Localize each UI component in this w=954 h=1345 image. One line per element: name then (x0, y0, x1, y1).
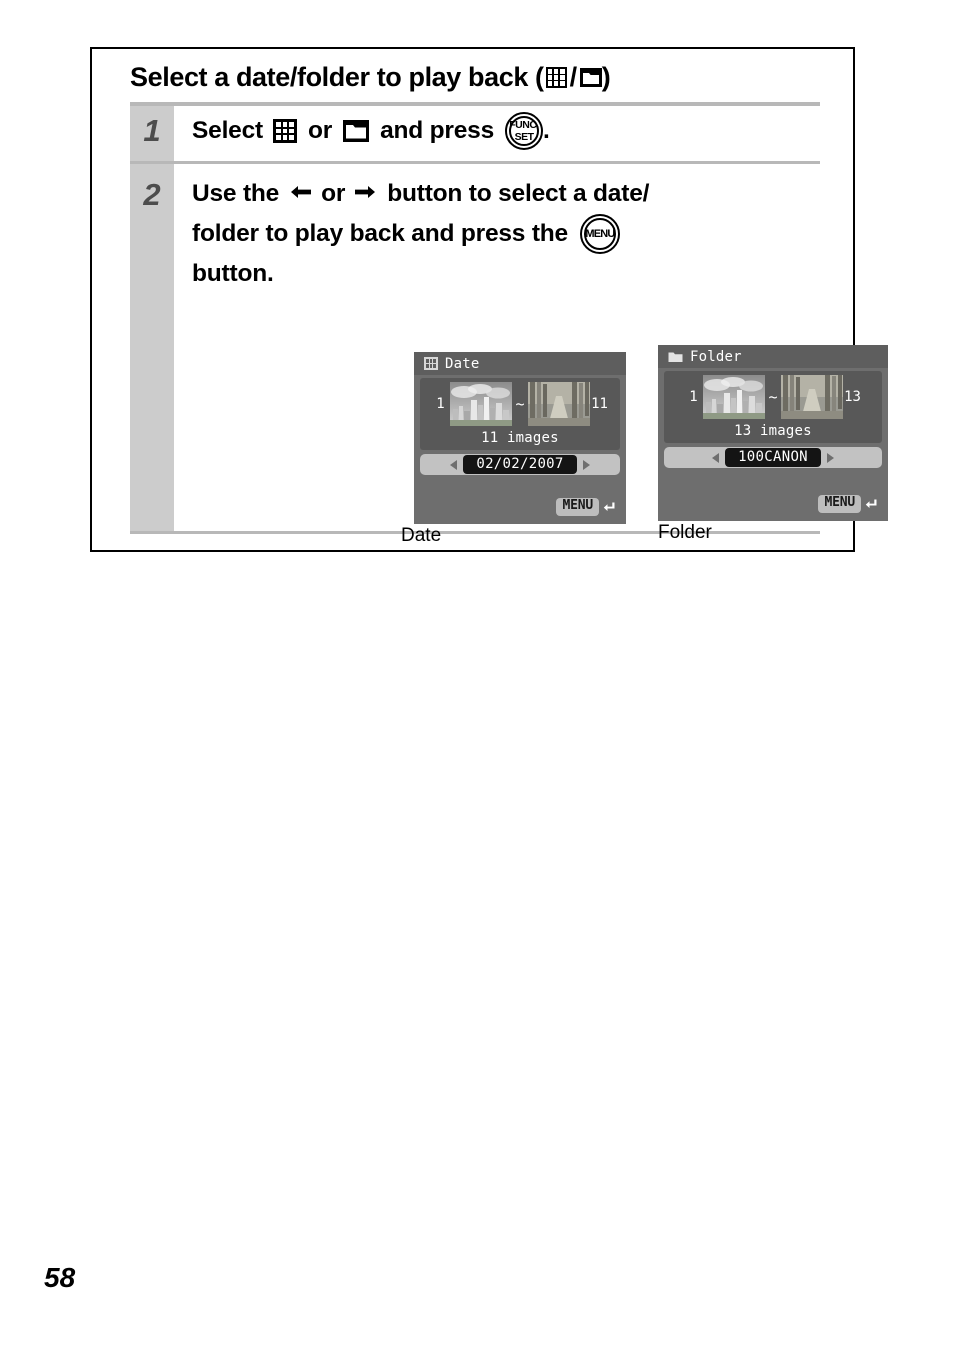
lcd-folder-menu-return: MENU (818, 495, 879, 513)
step-divider-1 (130, 161, 820, 164)
lcd-date-header-label: Date (445, 355, 480, 372)
step-1-period: . (543, 117, 550, 144)
lcd-date-start-index: 1 (436, 396, 445, 412)
step-2-part-2: or (321, 180, 346, 207)
step-2-part-3: button to select a date/ (387, 180, 650, 207)
lcd-folder-range-tilde: ~ (768, 388, 778, 406)
menu-button-icon: MENU (579, 214, 620, 254)
menu-chip-label: MENU (818, 495, 861, 513)
lcd-date-thumbnails: 1 ~ 11 (420, 382, 620, 426)
lcd-date-selected-value[interactable]: 02/02/2007 (463, 455, 577, 474)
folder-icon (668, 351, 683, 363)
lcd-folder-selector[interactable]: 100CANON (664, 447, 882, 468)
return-arrow-icon (865, 499, 877, 509)
right-arrow-icon-svg (355, 185, 376, 198)
lcd-folder-body: 1 ~ 13 13 images (664, 371, 882, 443)
thumbnail-forest-path (527, 382, 590, 426)
lcd-date-selector[interactable]: 02/02/2007 (420, 454, 620, 475)
previous-arrow-icon[interactable] (712, 452, 720, 463)
lcd-folder-start-index: 1 (689, 389, 698, 405)
step-1-part-3: and press (380, 117, 495, 144)
func-set-line-1: FUNC. (509, 119, 539, 131)
menu-button-label: MENU (585, 227, 615, 240)
lcd-date-range-tilde: ~ (515, 395, 525, 413)
return-arrow-icon (603, 502, 615, 512)
next-arrow-icon[interactable] (826, 452, 834, 463)
step-2-number: 2 (143, 177, 161, 212)
thumbnail-cityscape (450, 382, 513, 426)
step-number-column (130, 106, 174, 534)
folder-icon (343, 120, 370, 142)
left-arrow-icon (290, 182, 312, 207)
lcd-folder-header: Folder (658, 345, 888, 368)
step-2-part-1: Use the (192, 180, 280, 207)
calendar-icon (545, 67, 567, 88)
step-1-text: Select or and press FUNC. SET . (192, 111, 812, 151)
lcd-folder-header-label: Folder (690, 348, 742, 365)
calendar-icon (424, 357, 438, 370)
left-arrow-icon-svg (291, 185, 312, 198)
lcd-folder-thumbnails: 1 ~ 13 (664, 375, 882, 419)
caption-folder: Folder (658, 522, 712, 543)
step-1-part-1: Select (192, 117, 263, 144)
step-2-text: Use the or button to select a date/ fold… (192, 174, 817, 294)
lcd-folder-selected-value[interactable]: 100CANON (725, 448, 821, 467)
lcd-folder-end-index: 13 (844, 389, 861, 405)
previous-arrow-icon[interactable] (450, 459, 458, 470)
title-divider (130, 102, 820, 106)
right-arrow-icon (354, 182, 376, 207)
lcd-date-images-count: 11 images (481, 430, 559, 446)
folder-icon-svg (343, 120, 370, 142)
lcd-date-body: 1 ~ 11 11 images (420, 378, 620, 450)
page-title: Select a date/folder to play back ( / ) (130, 62, 830, 93)
lcd-date-menu-return: MENU (556, 498, 617, 516)
step-2-part-4: folder to play back and press the (192, 220, 568, 247)
func-set-line-2: SET (514, 130, 534, 143)
step-1-number: 1 (143, 113, 161, 148)
func-set-button-icon: FUNC. SET (505, 112, 544, 150)
folder-icon (579, 68, 602, 87)
step-1-part-2: or (307, 117, 333, 144)
folder-icon-svg (668, 352, 683, 362)
next-arrow-icon[interactable] (582, 459, 590, 470)
caption-date: Date (401, 525, 442, 546)
page-title-text: Select a date/folder to play back ( (130, 62, 544, 92)
step-divider-2 (130, 531, 820, 534)
thumbnail-cityscape (703, 375, 766, 419)
page-title-close: ) (601, 62, 611, 92)
page-title-separator: / (569, 62, 578, 92)
step-2-part-5: button. (192, 260, 274, 287)
lcd-screen-date: Date 1 ~ 11 11 images 02/02/2007 MENU (414, 352, 626, 524)
lcd-date-end-index: 11 (591, 396, 608, 412)
menu-chip-label: MENU (556, 498, 599, 516)
lcd-date-header: Date (414, 352, 626, 375)
page-number: 58 (44, 1262, 76, 1293)
calendar-icon (272, 119, 297, 143)
lcd-screen-folder: Folder 1 ~ 13 13 images 100CANON MENU (658, 345, 888, 521)
lcd-folder-images-count: 13 images (734, 423, 812, 439)
thumbnail-forest-path (780, 375, 843, 419)
folder-icon-svg (579, 68, 602, 87)
content-box: Select a date/folder to play back ( / ) … (90, 47, 888, 552)
